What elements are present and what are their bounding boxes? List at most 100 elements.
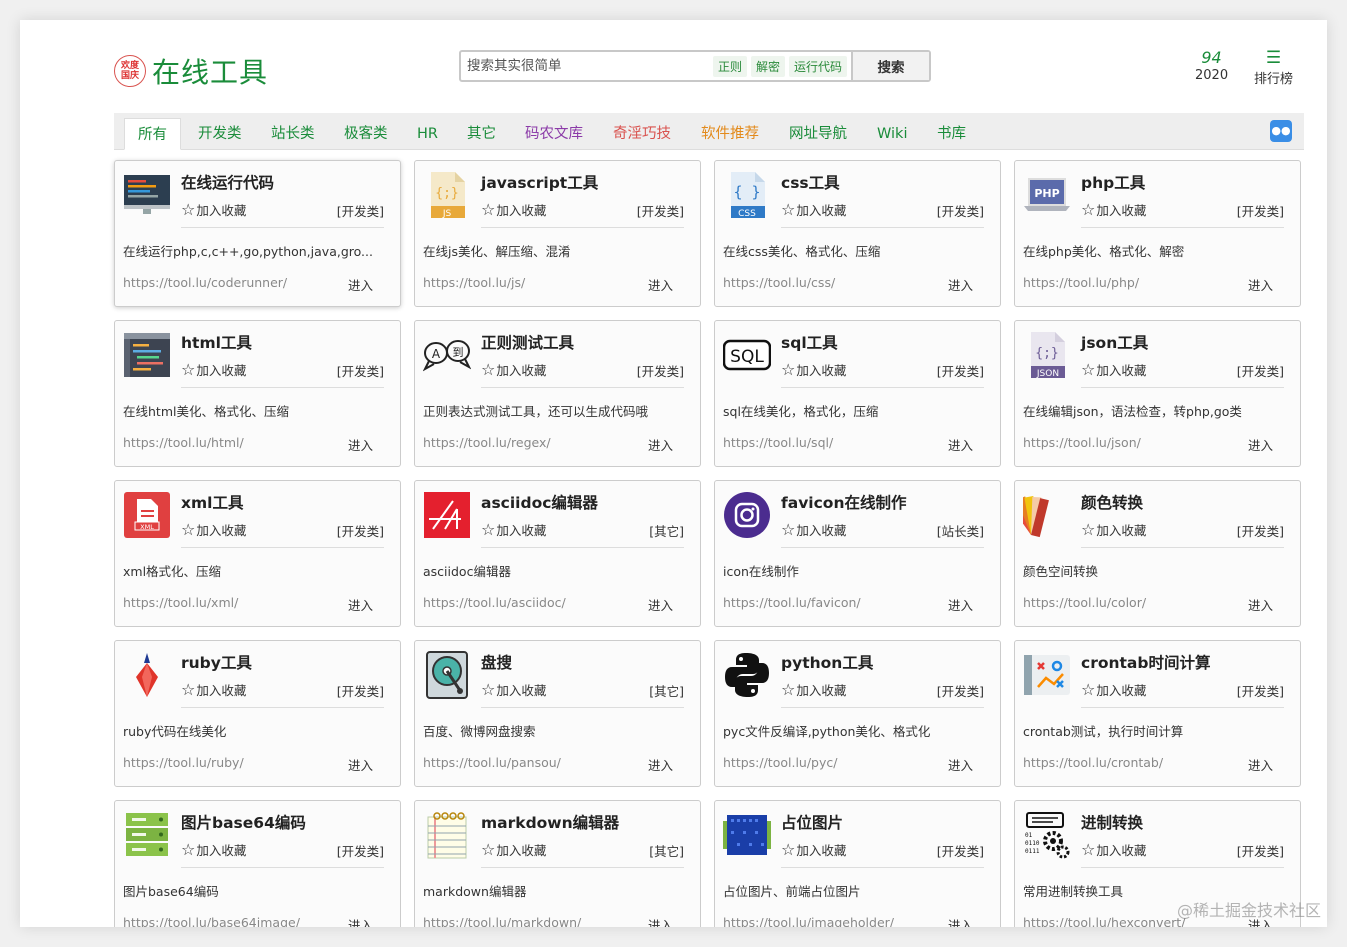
add-favorite-button[interactable]: ☆ 加入收藏 (781, 360, 846, 379)
tool-card[interactable]: { } CSS css工具 ☆ 加入收藏 [开发类] 在线css美化、格式化、压缩 https… (714, 160, 1001, 307)
tool-category[interactable]: [开发类] (337, 521, 384, 540)
add-favorite-button[interactable]: ☆ 加入收藏 (781, 680, 846, 699)
tool-card[interactable]: 图片base64编码 ☆ 加入收藏 [开发类] 图片base64编码 https://to… (114, 800, 401, 927)
tool-card[interactable]: asciidoc编辑器 ☆ 加入收藏 [其它] asciidoc编辑器 https://t… (414, 480, 701, 627)
add-favorite-button[interactable]: ☆ 加入收藏 (181, 520, 246, 539)
tool-card[interactable]: XML xml工具 ☆ 加入收藏 [开发类] xml格式化、压缩 https://tool.… (114, 480, 401, 627)
tool-card[interactable]: favicon在线制作 ☆ 加入收藏 [站长类] icon在线制作 https://too… (714, 480, 1001, 627)
add-favorite-button[interactable]: ☆ 加入收藏 (781, 200, 846, 219)
tool-title[interactable]: ruby工具 (181, 651, 252, 673)
chip-icon[interactable] (723, 811, 771, 859)
tab-0[interactable]: 所有 (124, 118, 181, 150)
add-favorite-button[interactable]: ☆ 加入收藏 (181, 840, 246, 859)
tool-title[interactable]: 图片base64编码 (181, 811, 306, 833)
search-tag-run-code[interactable]: 运行代码 (788, 55, 847, 77)
tab-7[interactable]: 奇淫巧技 (600, 118, 684, 150)
add-favorite-button[interactable]: ☆ 加入收藏 (1081, 520, 1146, 539)
code-window-icon[interactable] (123, 331, 171, 379)
regex-bubbles-icon[interactable]: A到 (423, 331, 471, 379)
tool-title[interactable]: sql工具 (781, 331, 838, 353)
tool-title[interactable]: markdown编辑器 (481, 811, 619, 833)
tool-category[interactable]: [开发类] (1237, 361, 1284, 380)
camera-icon[interactable] (723, 491, 771, 539)
enter-link[interactable]: 进入 (1248, 435, 1273, 454)
chat-icon[interactable]: ●● (1270, 120, 1292, 142)
tab-9[interactable]: 网址导航 (776, 118, 860, 150)
enter-link[interactable]: 进入 (348, 595, 373, 614)
search-input[interactable] (461, 52, 713, 80)
enter-link[interactable]: 进入 (948, 915, 973, 927)
ranking-link[interactable]: ☰ 排行榜 (1254, 48, 1293, 87)
tool-card[interactable]: 颜色转换 ☆ 加入收藏 [开发类] 颜色空间转换 https://tool.lu/colo… (1014, 480, 1301, 627)
tool-category[interactable]: [其它] (649, 841, 684, 860)
tool-card[interactable]: python工具 ☆ 加入收藏 [开发类] pyc文件反编译,python美化、格式化 h… (714, 640, 1001, 787)
enter-link[interactable]: 进入 (648, 595, 673, 614)
asciidoc-icon[interactable] (423, 491, 471, 539)
add-favorite-button[interactable]: ☆ 加入收藏 (781, 520, 846, 539)
tool-category[interactable]: [开发类] (637, 201, 684, 220)
enter-link[interactable]: 进入 (648, 275, 673, 294)
monitor-icon[interactable] (123, 171, 171, 219)
site-logo[interactable]: 欢度 国庆 在线工具 (114, 51, 268, 91)
enter-link[interactable]: 进入 (348, 755, 373, 774)
enter-link[interactable]: 进入 (1248, 275, 1273, 294)
tab-11[interactable]: 书库 (924, 118, 979, 150)
enter-link[interactable]: 进入 (1248, 755, 1273, 774)
tool-category[interactable]: [其它] (649, 681, 684, 700)
add-favorite-button[interactable]: ☆ 加入收藏 (1081, 360, 1146, 379)
enter-link[interactable]: 进入 (648, 915, 673, 927)
enter-link[interactable]: 进入 (648, 435, 673, 454)
enter-link[interactable]: 进入 (948, 595, 973, 614)
tool-category[interactable]: [开发类] (337, 681, 384, 700)
add-favorite-button[interactable]: ☆ 加入收藏 (1081, 840, 1146, 859)
binary-gear-icon[interactable]: 01 0110 0111 (1023, 811, 1071, 859)
tool-title[interactable]: crontab时间计算 (1081, 651, 1210, 673)
tool-category[interactable]: [其它] (649, 521, 684, 540)
tool-card[interactable]: 盘搜 ☆ 加入收藏 [其它] 百度、微博网盘搜索 https://tool.lu/pans… (414, 640, 701, 787)
css-file-icon[interactable]: { } CSS (723, 171, 771, 219)
tool-title[interactable]: 盘搜 (481, 651, 512, 673)
tool-title[interactable]: php工具 (1081, 171, 1145, 193)
tool-card[interactable]: PHP php工具 ☆ 加入收藏 [开发类] 在线php美化、格式化、解密 https://… (1014, 160, 1301, 307)
add-favorite-button[interactable]: ☆ 加入收藏 (1081, 680, 1146, 699)
tool-card[interactable]: SQL sql工具 ☆ 加入收藏 [开发类] sql在线美化，格式化，压缩 https://… (714, 320, 1001, 467)
tab-6[interactable]: 码农文库 (512, 118, 596, 150)
add-favorite-button[interactable]: ☆ 加入收藏 (481, 200, 546, 219)
tool-category[interactable]: [开发类] (337, 361, 384, 380)
add-favorite-button[interactable]: ☆ 加入收藏 (481, 840, 546, 859)
tab-3[interactable]: 极客类 (331, 118, 401, 150)
tool-category[interactable]: [开发类] (337, 201, 384, 220)
tab-8[interactable]: 软件推荐 (688, 118, 772, 150)
crontab-icon[interactable] (1023, 651, 1071, 699)
enter-link[interactable]: 进入 (348, 435, 373, 454)
add-favorite-button[interactable]: ☆ 加入收藏 (181, 200, 246, 219)
json-file-icon[interactable]: {;} JSON (1023, 331, 1071, 379)
sql-icon[interactable]: SQL (723, 331, 771, 379)
tool-card[interactable]: markdown编辑器 ☆ 加入收藏 [其它] markdown编辑器 https://t… (414, 800, 701, 927)
tab-1[interactable]: 开发类 (185, 118, 255, 150)
tool-title[interactable]: python工具 (781, 651, 873, 673)
tab-4[interactable]: HR (404, 118, 451, 150)
tool-title[interactable]: javascript工具 (481, 171, 598, 193)
tool-title[interactable]: css工具 (781, 171, 840, 193)
ruby-gem-icon[interactable] (123, 651, 171, 699)
tool-card[interactable]: html工具 ☆ 加入收藏 [开发类] 在线html美化、格式化、压缩 https://t… (114, 320, 401, 467)
notepad-icon[interactable] (423, 811, 471, 859)
add-favorite-button[interactable]: ☆ 加入收藏 (481, 520, 546, 539)
add-favorite-button[interactable]: ☆ 加入收藏 (781, 840, 846, 859)
tool-title[interactable]: favicon在线制作 (781, 491, 907, 513)
add-favorite-button[interactable]: ☆ 加入收藏 (1081, 200, 1146, 219)
search-tag-decrypt[interactable]: 解密 (750, 55, 785, 77)
tool-count-stat[interactable]: 94 2020 (1195, 48, 1228, 83)
tool-category[interactable]: [开发类] (1237, 201, 1284, 220)
tool-category[interactable]: [开发类] (937, 681, 984, 700)
enter-link[interactable]: 进入 (348, 275, 373, 294)
tool-title[interactable]: 颜色转换 (1081, 491, 1143, 513)
search-button[interactable]: 搜索 (851, 52, 929, 80)
python-icon[interactable] (723, 651, 771, 699)
tool-card[interactable]: 占位图片 ☆ 加入收藏 [开发类] 占位图片、前端占位图片 https://tool.lu… (714, 800, 1001, 927)
tool-category[interactable]: [开发类] (937, 841, 984, 860)
server-stack-icon[interactable] (123, 811, 171, 859)
hard-disk-icon[interactable] (423, 651, 471, 699)
js-file-icon[interactable]: {;} JS (423, 171, 471, 219)
